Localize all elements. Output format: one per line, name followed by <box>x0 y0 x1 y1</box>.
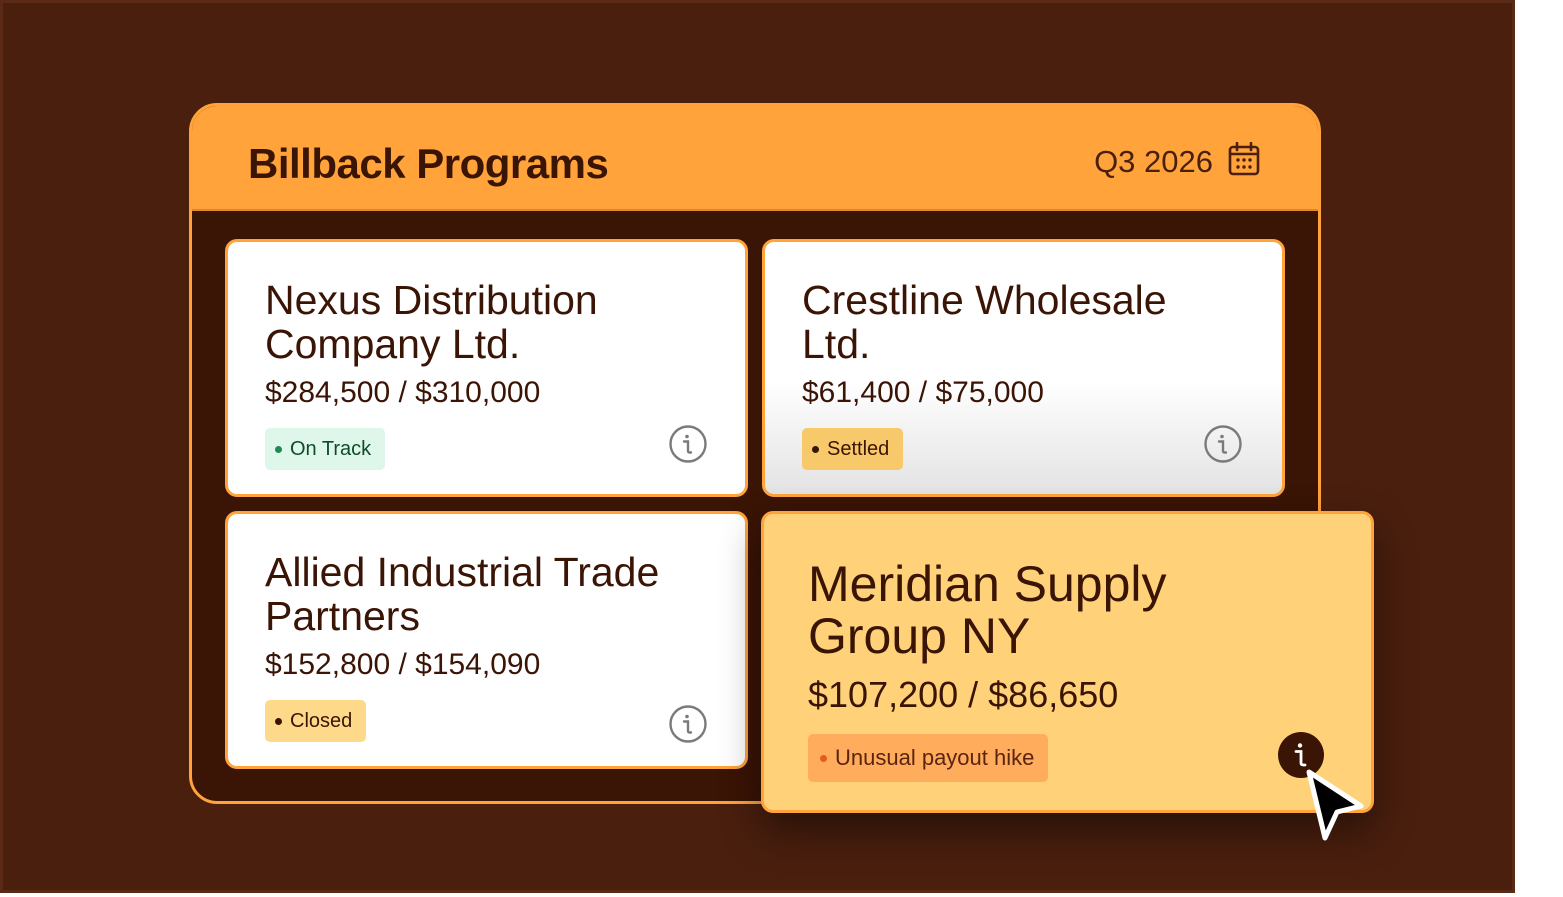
program-name-line1: Crestline Wholesale <box>802 277 1167 323</box>
status-dot-icon <box>812 445 819 453</box>
program-name-line2: Ltd. <box>802 321 871 367</box>
period-selector[interactable]: Q3 2026 <box>1094 144 1213 180</box>
alert-badge: Unusual payout hike <box>808 734 1049 782</box>
page-title: Billback Programs <box>248 140 609 187</box>
status-label: Unusual payout hike <box>835 745 1035 770</box>
info-icon[interactable] <box>1203 424 1243 464</box>
program-amount: $152,800 / $154,090 <box>265 648 541 681</box>
program-name-line2: Company Ltd. <box>265 321 521 367</box>
status-label: On Track <box>290 438 372 460</box>
program-name: Meridian Supply Group NY <box>808 558 1328 662</box>
calendar-icon[interactable] <box>1228 142 1260 176</box>
info-icon[interactable] <box>668 424 708 464</box>
program-name: Nexus Distribution Company Ltd. <box>265 278 695 366</box>
status-dot-icon <box>820 754 827 762</box>
program-name-line2: Group NY <box>808 608 1031 664</box>
status-badge: On Track <box>265 428 386 470</box>
program-name-line1: Allied Industrial Trade <box>265 549 660 595</box>
program-amount: $284,500 / $310,000 <box>265 376 541 409</box>
program-name: Allied Industrial Trade Partners <box>265 550 695 638</box>
program-card-allied[interactable]: Allied Industrial Trade Partners $152,80… <box>225 511 748 769</box>
status-label: Settled <box>827 438 890 460</box>
status-badge: Closed <box>265 700 367 742</box>
status-dot-icon <box>275 717 282 725</box>
status-dot-icon <box>275 445 282 453</box>
status-label: Closed <box>290 710 353 732</box>
program-card-crestline[interactable]: Crestline Wholesale Ltd. $61,400 / $75,0… <box>762 239 1285 497</box>
app-background: Billback Programs Q3 2026 Nexus Distribu… <box>0 0 1515 893</box>
program-name-line1: Nexus Distribution <box>265 277 598 323</box>
info-icon[interactable] <box>668 704 708 744</box>
program-card-nexus[interactable]: Nexus Distribution Company Ltd. $284,500… <box>225 239 748 497</box>
program-amount: $107,200 / $86,650 <box>808 674 1119 715</box>
mouse-pointer-icon <box>1306 769 1364 841</box>
program-card-meridian[interactable]: Meridian Supply Group NY $107,200 / $86,… <box>761 511 1374 813</box>
program-name-line2: Partners <box>265 593 420 639</box>
program-name: Crestline Wholesale Ltd. <box>802 278 1232 366</box>
panel-header: Billback Programs Q3 2026 <box>192 106 1318 211</box>
program-amount: $61,400 / $75,000 <box>802 376 1044 409</box>
status-badge: Settled <box>802 428 904 470</box>
program-name-line1: Meridian Supply <box>808 556 1167 612</box>
